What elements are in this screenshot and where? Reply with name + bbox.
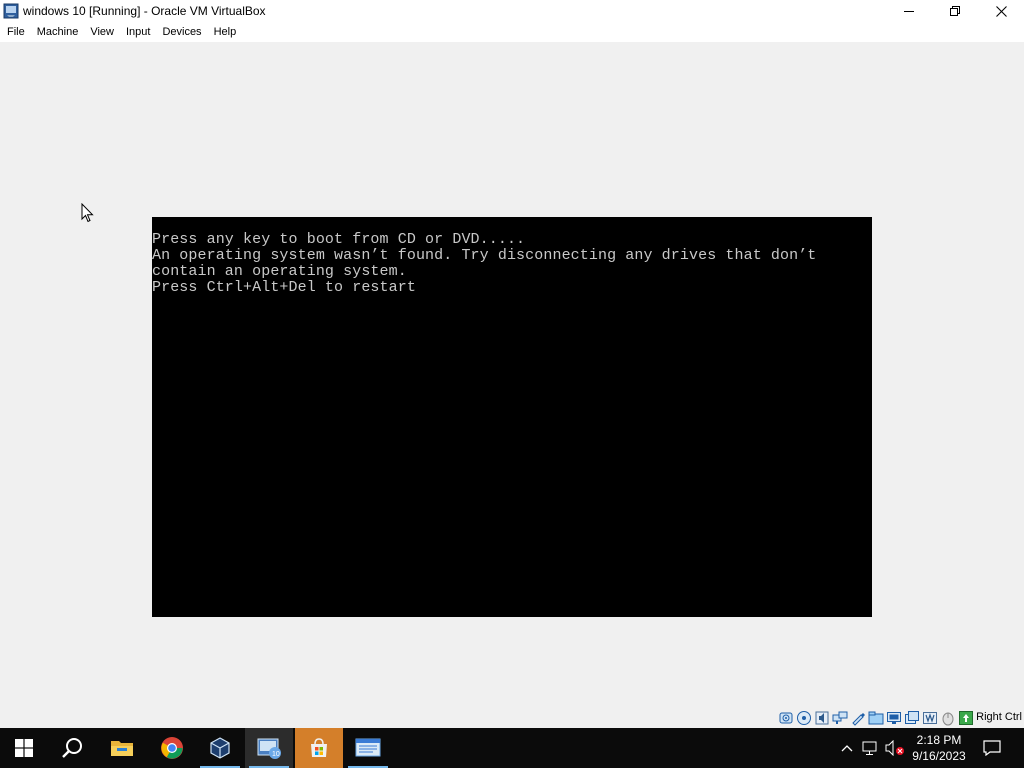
audio-icon[interactable] <box>814 710 830 726</box>
window-title: windows 10 [Running] - Oracle VM Virtual… <box>23 4 266 18</box>
menu-view[interactable]: View <box>84 22 120 42</box>
volume-muted-icon <box>885 740 904 756</box>
title-bar[interactable]: windows 10 [Running] - Oracle VM Virtual… <box>0 0 1024 22</box>
taskbar-network-app[interactable] <box>344 728 392 768</box>
clock-time: 2:18 PM <box>916 733 962 747</box>
taskbar-clock[interactable]: 2:18 PM 9/16/2023 <box>906 728 972 768</box>
network-app-icon <box>355 738 381 757</box>
menu-machine[interactable]: Machine <box>31 22 85 42</box>
search-icon <box>62 738 82 758</box>
restore-button[interactable] <box>932 0 978 22</box>
minimize-button[interactable] <box>886 0 932 22</box>
menu-input[interactable]: Input <box>120 22 156 42</box>
console-line: Press any key to boot from CD or DVD....… <box>152 231 526 248</box>
clock-date: 9/16/2023 <box>912 749 966 763</box>
virtualbox-window: windows 10 [Running] - Oracle VM Virtual… <box>0 0 1024 768</box>
notification-icon <box>983 740 1001 756</box>
network-icon[interactable] <box>832 710 848 726</box>
keyboard-icon[interactable] <box>958 710 974 726</box>
vm-window-icon: 10 <box>257 738 281 759</box>
vm-display-area[interactable]: Press any key to boot from CD or DVD....… <box>0 42 1024 708</box>
search-button[interactable] <box>48 728 96 768</box>
menu-bar: File Machine View Input Devices Help <box>0 22 1024 42</box>
virtualbox-icon <box>210 737 230 759</box>
windows-taskbar: 10 2:18 PM 9/16/2023 <box>0 728 1024 768</box>
video-capture-icon[interactable] <box>904 710 920 726</box>
tray-network-button[interactable] <box>860 728 882 768</box>
taskbar-file-explorer[interactable] <box>98 728 146 768</box>
file-explorer-icon <box>111 741 133 756</box>
host-key-label[interactable]: Right Ctrl <box>976 711 1022 723</box>
shared-folders-icon[interactable] <box>868 710 884 726</box>
taskbar-chrome[interactable] <box>148 728 196 768</box>
taskbar-store[interactable] <box>295 728 343 768</box>
display-icon[interactable] <box>886 710 902 726</box>
mouse-pointer-icon <box>81 203 94 223</box>
usb-icon[interactable] <box>850 710 866 726</box>
tray-volume-button[interactable] <box>884 728 906 768</box>
taskbar-vm-window[interactable]: 10 <box>245 728 293 768</box>
restore-icon <box>950 6 960 16</box>
chrome-icon <box>161 737 183 759</box>
minimize-icon <box>904 11 914 12</box>
start-button[interactable] <box>0 728 48 768</box>
mouse-integration-icon[interactable] <box>940 710 956 726</box>
taskbar-virtualbox[interactable] <box>196 728 244 768</box>
menu-help[interactable]: Help <box>208 22 243 42</box>
status-bar: Right Ctrl <box>0 708 1024 728</box>
optical-drive-icon[interactable] <box>796 710 812 726</box>
start-icon <box>15 739 33 757</box>
action-center-button[interactable] <box>976 728 1008 768</box>
cpu-icon[interactable] <box>922 710 938 726</box>
close-button[interactable] <box>978 0 1024 22</box>
console-line: contain an operating system. <box>152 263 407 280</box>
chevron-up-icon <box>841 745 853 752</box>
close-icon <box>995 5 1007 17</box>
vm-console-screen[interactable]: Press any key to boot from CD or DVD....… <box>152 217 872 617</box>
show-hidden-icons-button[interactable] <box>838 728 856 768</box>
network-icon <box>862 741 877 755</box>
svg-text:10: 10 <box>272 751 280 758</box>
console-line: Press Ctrl+Alt+Del to restart <box>152 279 416 296</box>
virtualbox-app-icon <box>3 3 19 19</box>
menu-devices[interactable]: Devices <box>156 22 207 42</box>
store-icon <box>311 738 327 757</box>
menu-file[interactable]: File <box>1 22 31 42</box>
hard-disk-icon[interactable] <box>778 710 794 726</box>
console-line: An operating system wasn’t found. Try di… <box>152 247 817 264</box>
